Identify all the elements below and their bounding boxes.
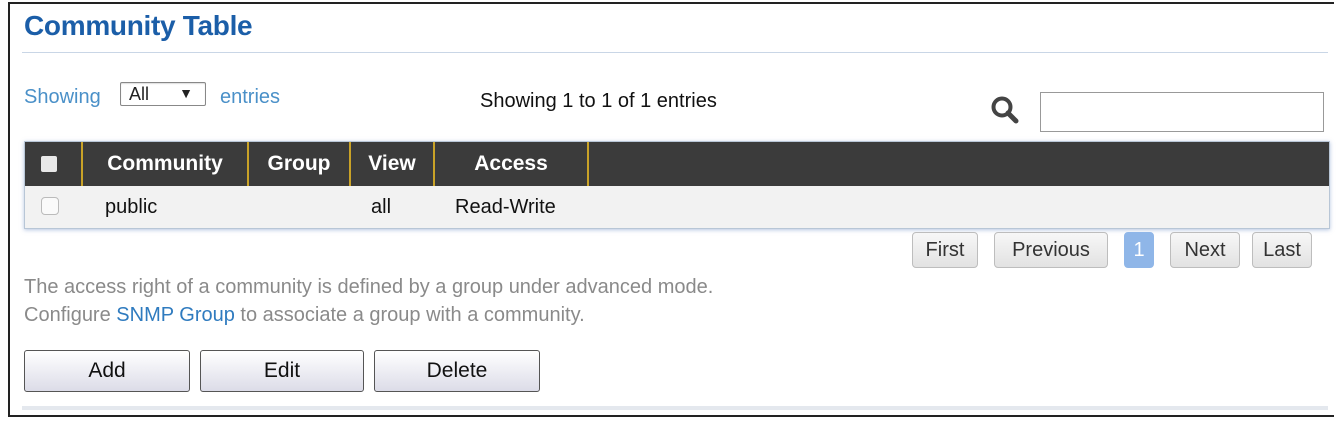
info-note-line2: Configure SNMP Group to associate a grou…	[24, 304, 585, 327]
table-header: Community Group View Access	[25, 142, 1329, 186]
bottom-divider	[22, 406, 1328, 410]
last-page-button[interactable]: Last	[1252, 232, 1312, 268]
header-view[interactable]: View	[351, 142, 435, 186]
cell-community: public	[105, 196, 158, 218]
header-access[interactable]: Access	[435, 142, 589, 186]
note-suffix: to associate a group with a community.	[240, 304, 585, 326]
row-checkbox[interactable]	[41, 197, 59, 215]
dropdown-arrow-icon: ▼	[179, 85, 193, 101]
cell-access: Read-Write	[455, 196, 556, 218]
community-table: Community Group View Access public all R…	[24, 141, 1330, 229]
showing-info-text: Showing 1 to 1 of 1 entries	[480, 90, 717, 112]
note-prefix: Configure	[24, 304, 111, 326]
search-input[interactable]	[1040, 92, 1324, 132]
header-community[interactable]: Community	[83, 142, 249, 186]
header-group[interactable]: Group	[249, 142, 351, 186]
info-note-line1: The access right of a community is defin…	[24, 276, 714, 298]
previous-page-button[interactable]: Previous	[994, 232, 1108, 268]
first-page-button[interactable]: First	[912, 232, 978, 268]
table-row[interactable]: public all Read-Write	[25, 186, 1329, 228]
edit-button[interactable]: Edit	[200, 350, 364, 392]
delete-button[interactable]: Delete	[374, 350, 540, 392]
title-divider	[22, 52, 1328, 53]
snmp-group-link[interactable]: SNMP Group	[116, 304, 235, 326]
showing-prefix-label: Showing	[24, 86, 101, 108]
community-table-panel: Community Table Showing All ▼ entries Sh…	[8, 2, 1334, 417]
page-1-button[interactable]: 1	[1124, 232, 1154, 268]
entries-select[interactable]: All ▼	[120, 82, 206, 106]
next-page-button[interactable]: Next	[1170, 232, 1240, 268]
entries-select-value: All	[129, 84, 150, 104]
add-button[interactable]: Add	[24, 350, 190, 392]
select-all-checkbox[interactable]	[41, 156, 57, 172]
search-icon	[991, 96, 1019, 124]
showing-suffix-label: entries	[220, 86, 281, 108]
cell-view: all	[371, 196, 392, 218]
header-select-cell	[25, 142, 83, 186]
page-title: Community Table	[24, 10, 253, 41]
